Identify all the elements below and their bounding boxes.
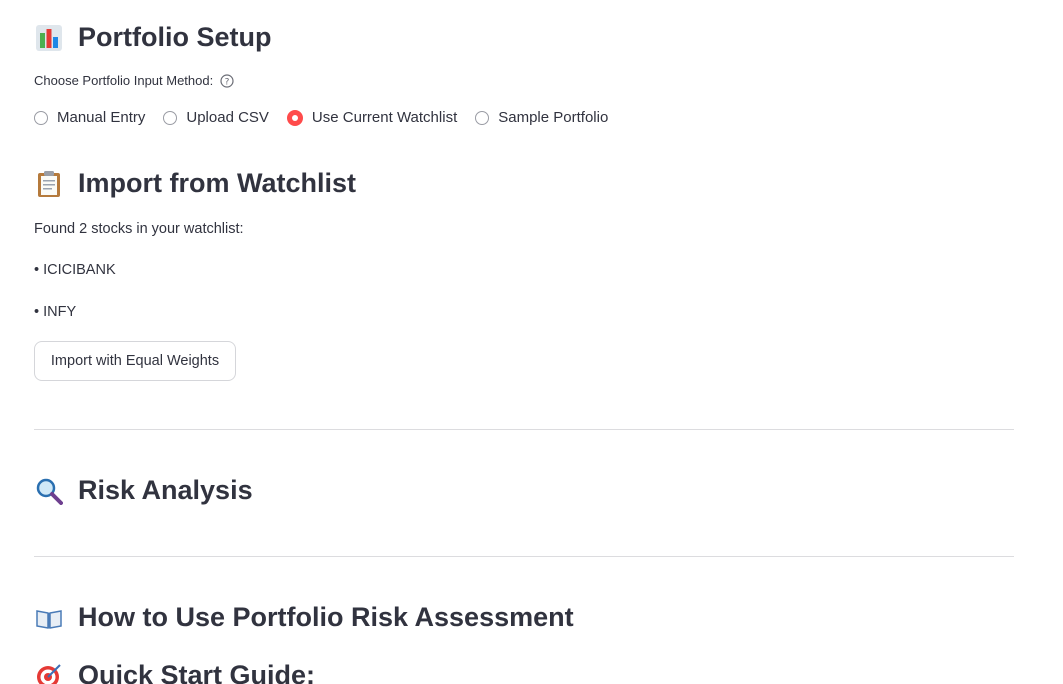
magnifier-icon xyxy=(34,476,64,506)
input-method-label: Choose Portfolio Input Method: xyxy=(34,73,214,88)
radio-circle[interactable] xyxy=(475,110,490,125)
risk-title: Risk Analysis xyxy=(78,475,253,505)
radio-sample-portfolio[interactable]: Sample Portfolio xyxy=(475,109,608,126)
input-method-radio-group: Manual Entry Upload CSV Use Current Watc… xyxy=(34,109,626,126)
question-circle-icon[interactable]: ? xyxy=(220,73,234,88)
radio-label: Manual Entry xyxy=(57,109,146,126)
found-stocks-text: Found 2 stocks in your watchlist: xyxy=(34,221,244,237)
clipboard-icon xyxy=(34,169,64,199)
radio-label: Use Current Watchlist xyxy=(311,109,458,126)
import-equal-weights-button[interactable]: Import with Equal Weights xyxy=(34,341,236,381)
import-watchlist-heading: Import from Watchlist xyxy=(34,168,356,199)
page-title: Portfolio Setup xyxy=(78,22,272,52)
radio-label: Sample Portfolio xyxy=(498,109,609,126)
radio-use-current-watchlist[interactable]: Use Current Watchlist xyxy=(286,109,458,126)
radio-manual-entry[interactable]: Manual Entry xyxy=(34,109,145,126)
divider xyxy=(34,556,1014,557)
open-book-icon xyxy=(34,603,64,633)
risk-analysis-heading: Risk Analysis xyxy=(34,475,253,506)
portfolio-setup-heading: Portfolio Setup xyxy=(34,22,271,53)
target-icon xyxy=(34,661,64,684)
quick-start-heading: Quick Start Guide: xyxy=(34,660,315,684)
import-title: Import from Watchlist xyxy=(78,168,357,198)
howto-title: How to Use Portfolio Risk Assessment xyxy=(78,602,574,632)
svg-text:?: ? xyxy=(225,77,230,87)
how-to-use-heading: How to Use Portfolio Risk Assessment xyxy=(34,602,574,633)
radio-circle[interactable] xyxy=(163,110,178,125)
divider xyxy=(34,429,1014,430)
radio-circle-selected[interactable] xyxy=(286,109,303,126)
list-item: • INFY xyxy=(34,304,77,320)
input-method-label-row: Choose Portfolio Input Method: ? xyxy=(34,73,234,88)
bar-chart-icon xyxy=(34,23,64,53)
radio-label: Upload CSV xyxy=(186,109,269,126)
quickstart-title: Quick Start Guide: xyxy=(78,660,316,684)
list-item: • ICICIBANK xyxy=(34,262,116,278)
radio-circle[interactable] xyxy=(34,110,48,125)
page: Portfolio Setup Choose Portfolio Input M… xyxy=(0,0,1063,684)
radio-upload-csv[interactable]: Upload CSV xyxy=(163,109,269,126)
